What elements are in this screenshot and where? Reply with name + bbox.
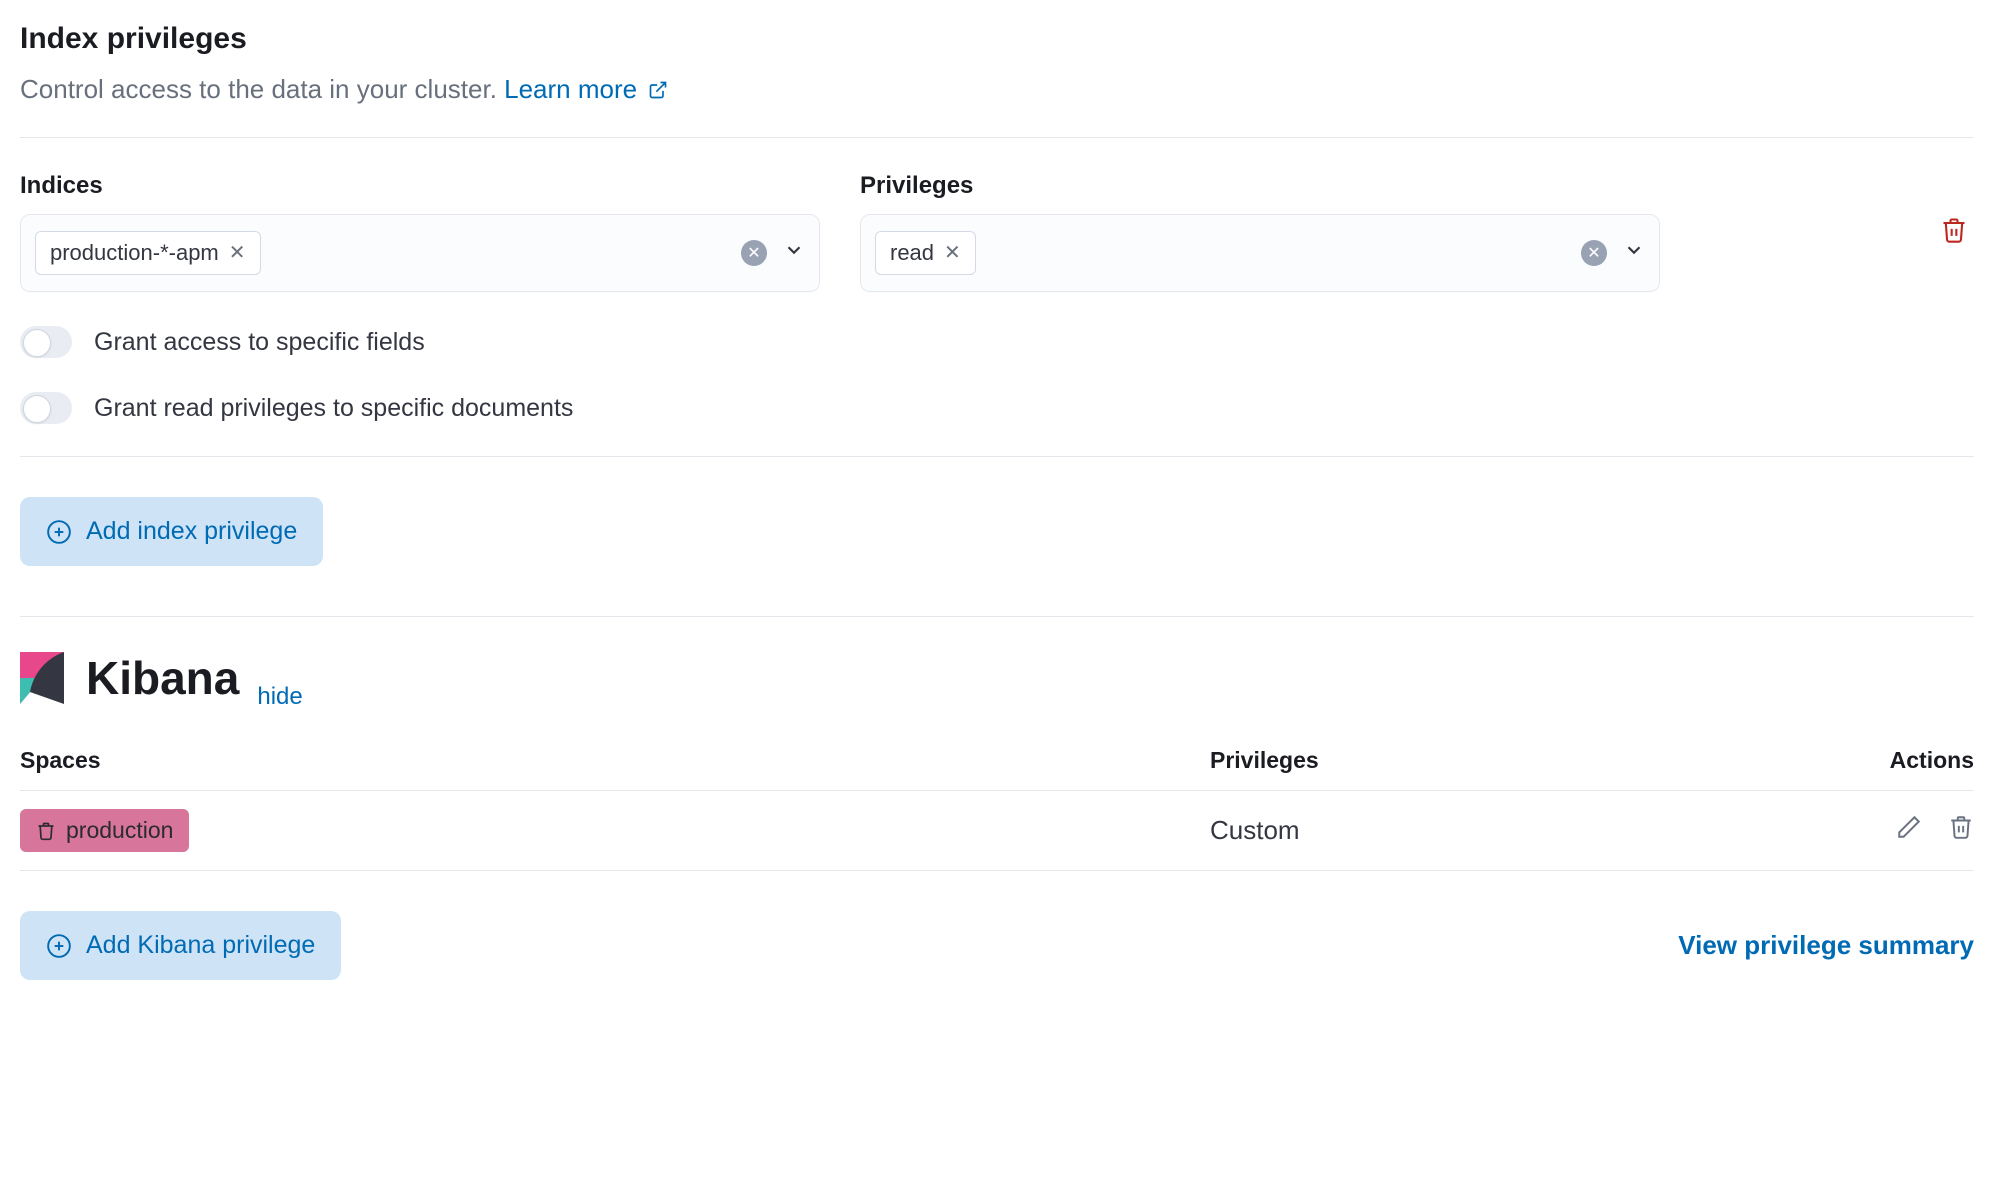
chip-label: read xyxy=(890,240,934,266)
divider xyxy=(20,456,1974,457)
pencil-icon xyxy=(1896,814,1922,840)
learn-more-text: Learn more xyxy=(504,74,637,104)
kibana-table: Spaces Privileges Actions production Cus… xyxy=(20,747,1974,871)
button-label: Add index privilege xyxy=(86,517,297,546)
grant-docs-toggle[interactable] xyxy=(20,392,72,424)
kibana-title: Kibana xyxy=(86,651,239,705)
section-title: Index privileges xyxy=(20,22,1974,56)
grant-fields-label: Grant access to specific fields xyxy=(94,328,425,357)
learn-more-link[interactable]: Learn more xyxy=(504,74,668,104)
plus-circle-icon xyxy=(46,519,72,545)
delete-index-privilege-button[interactable] xyxy=(1940,223,1968,250)
clear-privileges-icon[interactable]: ✕ xyxy=(1581,240,1607,266)
chevron-down-icon[interactable] xyxy=(1623,239,1645,268)
remove-chip-icon[interactable]: ✕ xyxy=(229,243,246,263)
index-privilege-row: Indices production-*-apm ✕ ✕ Privilege xyxy=(20,172,1974,292)
index-privileges-section: Index privileges Control access to the d… xyxy=(20,22,1974,566)
divider xyxy=(20,137,1974,138)
kibana-logo-icon xyxy=(20,652,64,704)
privilege-value: Custom xyxy=(1210,815,1640,846)
view-privilege-summary-link[interactable]: View privilege summary xyxy=(1678,930,1974,961)
privilege-chip[interactable]: read ✕ xyxy=(875,231,976,275)
indices-label: Indices xyxy=(20,172,820,200)
kibana-header: Kibana hide xyxy=(20,651,1974,711)
table-row: production Custom xyxy=(20,791,1974,871)
chip-label: production-*-apm xyxy=(50,240,219,266)
space-name: production xyxy=(66,817,173,844)
external-link-icon xyxy=(648,80,668,100)
button-label: Add Kibana privilege xyxy=(86,931,315,960)
grant-fields-toggle[interactable] xyxy=(20,326,72,358)
index-chip[interactable]: production-*-apm ✕ xyxy=(35,231,261,275)
col-actions-header: Actions xyxy=(1640,747,1974,774)
hide-kibana-link[interactable]: hide xyxy=(257,683,302,711)
clear-indices-icon[interactable]: ✕ xyxy=(741,240,767,266)
delete-privilege-button[interactable] xyxy=(1948,814,1974,847)
section-description: Control access to the data in your clust… xyxy=(20,74,1974,105)
privileges-label: Privileges xyxy=(860,172,1660,200)
space-icon xyxy=(36,821,56,841)
table-header: Spaces Privileges Actions xyxy=(20,747,1974,791)
privileges-field: Privileges read ✕ ✕ xyxy=(860,172,1660,292)
col-spaces-header: Spaces xyxy=(20,747,1210,774)
indices-combobox[interactable]: production-*-apm ✕ ✕ xyxy=(20,214,820,292)
kibana-section: Kibana hide Spaces Privileges Actions pr… xyxy=(20,616,1974,980)
plus-circle-icon xyxy=(46,933,72,959)
privileges-combobox[interactable]: read ✕ ✕ xyxy=(860,214,1660,292)
grant-docs-label: Grant read privileges to specific docume… xyxy=(94,394,573,423)
col-privileges-header: Privileges xyxy=(1210,747,1640,774)
chevron-down-icon[interactable] xyxy=(783,239,805,268)
indices-field: Indices production-*-apm ✕ ✕ xyxy=(20,172,820,292)
add-kibana-privilege-button[interactable]: Add Kibana privilege xyxy=(20,911,341,980)
description-text: Control access to the data in your clust… xyxy=(20,74,504,104)
add-index-privilege-button[interactable]: Add index privilege xyxy=(20,497,323,566)
trash-icon xyxy=(1940,216,1968,244)
remove-chip-icon[interactable]: ✕ xyxy=(944,243,961,263)
edit-privilege-button[interactable] xyxy=(1896,814,1922,847)
trash-icon xyxy=(1948,814,1974,840)
space-badge[interactable]: production xyxy=(20,809,189,852)
